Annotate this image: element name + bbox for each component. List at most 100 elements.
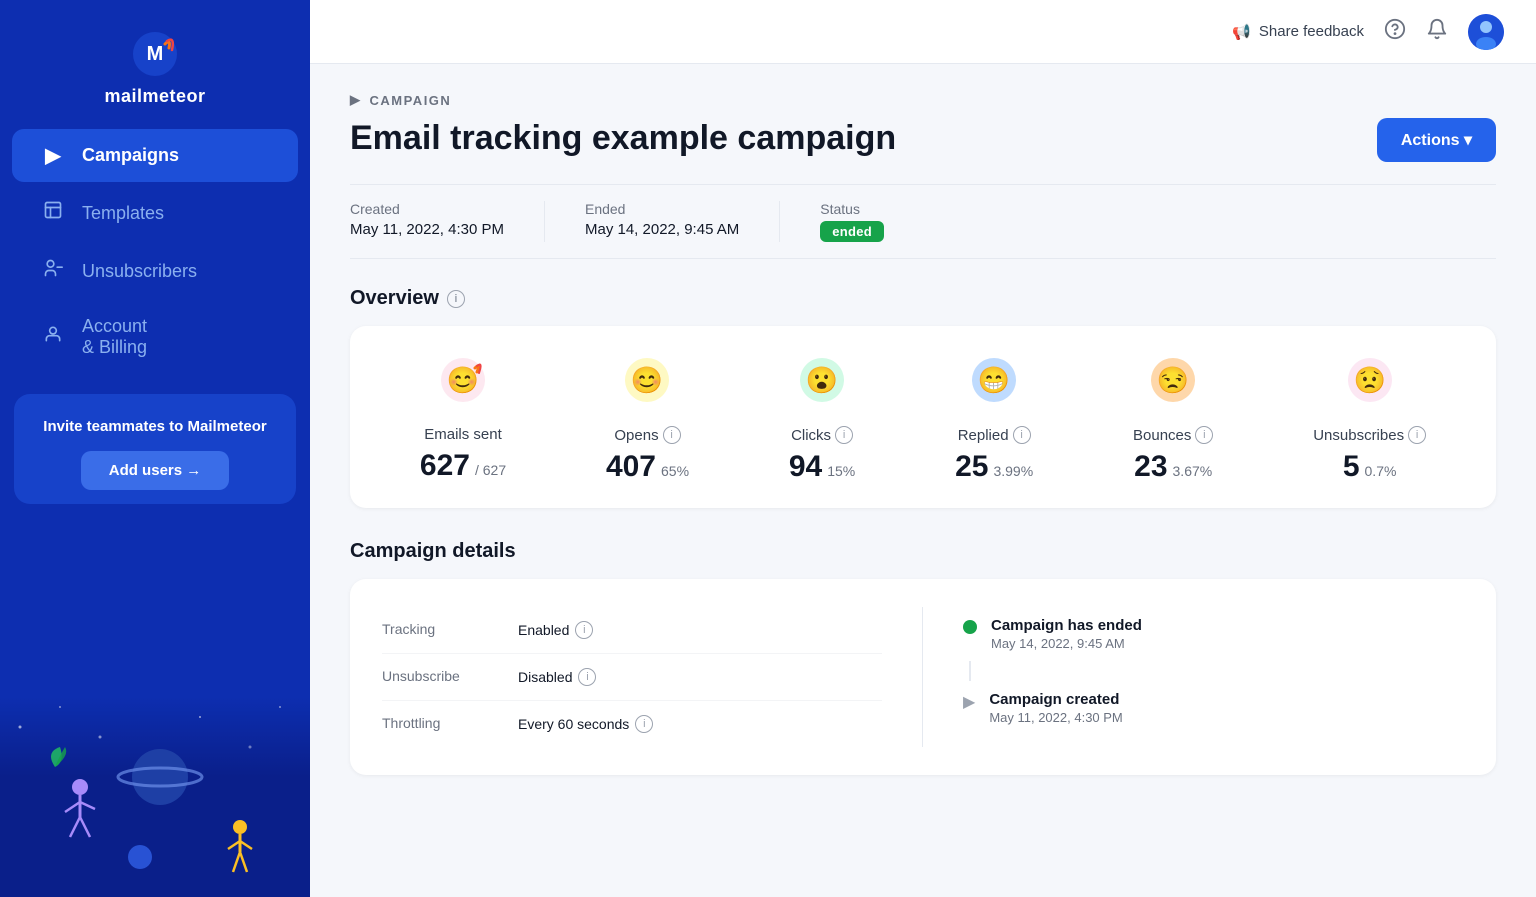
details-title-text: Campaign details xyxy=(350,540,516,563)
clicks-info-icon[interactable]: i xyxy=(835,426,853,444)
throttling-info-icon[interactable]: i xyxy=(635,715,653,733)
svg-text:😁: 😁 xyxy=(978,365,1010,395)
notification-bell-icon[interactable] xyxy=(1426,18,1448,45)
timeline-connector xyxy=(969,661,971,681)
replied-info-icon[interactable]: i xyxy=(1013,426,1031,444)
logo-text: mailmeteor xyxy=(104,86,205,107)
svg-text:😊: 😊 xyxy=(631,365,663,395)
unsubscribe-info-icon[interactable]: i xyxy=(578,668,596,686)
feedback-button[interactable]: 📢 Share feedback xyxy=(1232,23,1364,41)
sidebar-nav: ▶ Campaigns Templates Unsubscribers Acco… xyxy=(0,125,310,376)
bounces-emoji: 😒 xyxy=(1147,354,1199,416)
tracking-info-icon[interactable]: i xyxy=(575,621,593,639)
sidebar-item-templates[interactable]: Templates xyxy=(12,186,298,240)
svg-text:😒: 😒 xyxy=(1157,365,1189,395)
campaigns-icon: ▶ xyxy=(40,143,66,168)
timeline-ended-text: Campaign has ended May 14, 2022, 9:45 AM xyxy=(991,617,1142,651)
actions-button[interactable]: Actions ▾ xyxy=(1377,118,1496,162)
unsubscribes-sub: 0.7% xyxy=(1365,463,1397,479)
details-left: Tracking Enabled i Unsubscribe Disabled … xyxy=(382,607,923,747)
sidebar-illustration xyxy=(0,697,310,897)
page-content: ▶ CAMPAIGN Email tracking example campai… xyxy=(310,64,1536,815)
overview-info-icon[interactable]: i xyxy=(447,290,465,308)
page-header: Email tracking example campaign Actions … xyxy=(350,118,1496,162)
feedback-label: Share feedback xyxy=(1259,23,1364,40)
emails-sent-value-row: 627 / 627 xyxy=(420,449,506,483)
detail-throttling-key: Throttling xyxy=(382,715,502,731)
add-users-button[interactable]: Add users → xyxy=(81,451,230,490)
timeline-ended-label: Campaign has ended xyxy=(991,617,1142,634)
meta-status: Status ended xyxy=(820,201,924,242)
clicks-label: Clicks i xyxy=(791,426,853,444)
opens-info-icon[interactable]: i xyxy=(663,426,681,444)
clicks-main: 94 xyxy=(789,450,822,484)
meta-created-label: Created xyxy=(350,201,504,217)
logo-icon: M xyxy=(129,28,181,80)
detail-unsubscribe: Unsubscribe Disabled i xyxy=(382,654,882,701)
stats-card: 😊 Emails sent 627 / 627 😊 Opens i xyxy=(350,326,1496,508)
details-card: Tracking Enabled i Unsubscribe Disabled … xyxy=(350,579,1496,775)
overview-section-title: Overview i xyxy=(350,287,1496,310)
overview-title-text: Overview xyxy=(350,287,439,310)
topbar: 📢 Share feedback xyxy=(310,0,1536,64)
megaphone-icon: 📢 xyxy=(1232,23,1251,41)
help-icon[interactable] xyxy=(1384,18,1406,45)
bounces-info-icon[interactable]: i xyxy=(1195,426,1213,444)
timeline-created-label: Campaign created xyxy=(989,691,1122,708)
svg-text:😟: 😟 xyxy=(1353,365,1385,395)
detail-tracking-val: Enabled i xyxy=(518,621,593,639)
sidebar-item-unsubscribers-label: Unsubscribers xyxy=(82,261,197,282)
detail-tracking-key: Tracking xyxy=(382,621,502,637)
replied-sub: 3.99% xyxy=(993,463,1033,479)
stat-opens: 😊 Opens i 407 65% xyxy=(606,354,689,484)
status-badge-text: ended xyxy=(820,221,884,242)
sidebar: M mailmeteor ▶ Campaigns Templates Unsub… xyxy=(0,0,310,897)
svg-text:😊: 😊 xyxy=(447,365,479,395)
sidebar-item-unsubscribers[interactable]: Unsubscribers xyxy=(12,244,298,298)
avatar[interactable] xyxy=(1468,14,1504,50)
opens-value-row: 407 65% xyxy=(606,450,689,484)
breadcrumb-label: CAMPAIGN xyxy=(370,93,452,108)
detail-throttling: Throttling Every 60 seconds i xyxy=(382,701,882,747)
detail-unsubscribe-val: Disabled i xyxy=(518,668,596,686)
logo-area: M mailmeteor xyxy=(0,0,310,125)
svg-text:M: M xyxy=(147,43,164,65)
templates-icon xyxy=(40,200,66,226)
breadcrumb-arrow-icon: ▶ xyxy=(350,92,362,108)
unsubscribes-label: Unsubscribes i xyxy=(1313,426,1426,444)
unsubscribes-info-icon[interactable]: i xyxy=(1408,426,1426,444)
unsubscribes-main: 5 xyxy=(1343,450,1360,484)
replied-value-row: 25 3.99% xyxy=(955,450,1033,484)
meta-ended-value: May 14, 2022, 9:45 AM xyxy=(585,221,739,238)
svg-text:😮: 😮 xyxy=(806,365,838,395)
bounces-sub: 3.67% xyxy=(1173,463,1213,479)
sidebar-item-campaigns[interactable]: ▶ Campaigns xyxy=(12,129,298,182)
stat-unsubscribes: 😟 Unsubscribes i 5 0.7% xyxy=(1313,354,1426,484)
timeline-ended-date: May 14, 2022, 9:45 AM xyxy=(991,636,1142,651)
unsubscribes-value-row: 5 0.7% xyxy=(1343,450,1397,484)
stat-replied: 😁 Replied i 25 3.99% xyxy=(955,354,1033,484)
emails-sent-label: Emails sent xyxy=(424,426,502,443)
stat-bounces: 😒 Bounces i 23 3.67% xyxy=(1133,354,1213,484)
page-title: Email tracking example campaign xyxy=(350,118,896,159)
opens-sub: 65% xyxy=(661,463,689,479)
details-right: Campaign has ended May 14, 2022, 9:45 AM… xyxy=(923,607,1464,747)
timeline-created-date: May 11, 2022, 4:30 PM xyxy=(989,710,1122,725)
sidebar-item-account-billing[interactable]: Account& Billing xyxy=(12,302,298,372)
invite-box: Invite teammates to Mailmeteor Add users… xyxy=(14,394,296,504)
opens-label: Opens i xyxy=(614,426,680,444)
main-content: 📢 Share feedback ▶ CAMPAIGN Email tracki… xyxy=(310,0,1536,897)
meta-ended: Ended May 14, 2022, 9:45 AM xyxy=(585,201,780,242)
clicks-sub: 15% xyxy=(827,463,855,479)
emails-sent-emoji: 😊 xyxy=(437,354,489,416)
account-icon xyxy=(40,324,66,350)
bounces-main: 23 xyxy=(1134,450,1167,484)
status-badge: ended xyxy=(820,221,884,242)
opens-emoji: 😊 xyxy=(621,354,673,416)
replied-label: Replied i xyxy=(958,426,1031,444)
replied-emoji: 😁 xyxy=(968,354,1020,416)
meta-created: Created May 11, 2022, 4:30 PM xyxy=(350,201,545,242)
invite-title: Invite teammates to Mailmeteor xyxy=(34,416,276,437)
meta-ended-label: Ended xyxy=(585,201,739,217)
timeline-arrow-icon: ▶ xyxy=(963,692,975,712)
